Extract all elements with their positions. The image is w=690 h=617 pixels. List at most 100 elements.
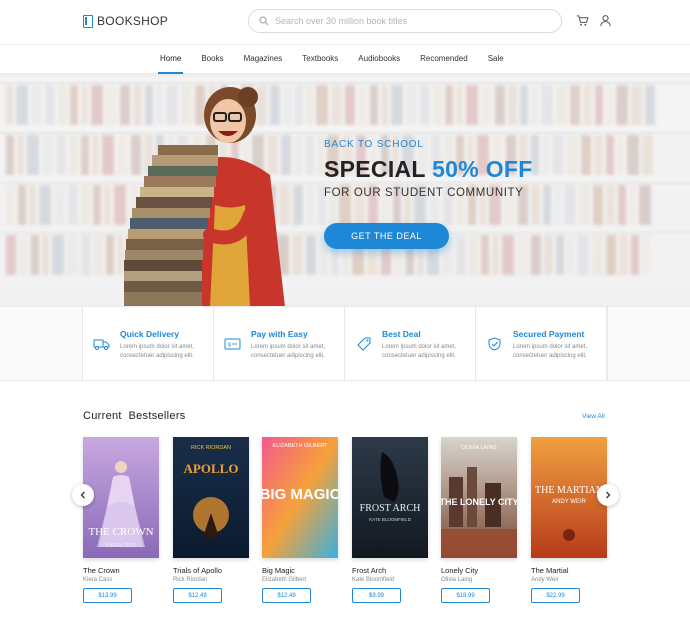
view-all-link[interactable]: View All [582,413,605,420]
book-card[interactable]: FROST ARCH KATE BLOOMFIELD Frost Arch Ka… [352,437,428,603]
feature-secured-payment: Secured Payment Lorem ipsum dolor sit am… [476,307,607,380]
cover-title: FROST ARCH [360,503,421,514]
cover-author: ANDY WEIR [552,499,587,505]
book-card[interactable]: THE CROWN KIERA CASS The Crown Kiera Cas… [83,437,159,603]
book-cover-art: FROST ARCH KATE BLOOMFIELD [352,437,428,558]
hero-title: SPECIAL 50% OFF [324,156,533,183]
book-cover-art: OLIVIA LAING THE LONELY CITY [441,437,517,558]
book-cover[interactable]: THE MARTIAN ANDY WEIR [531,437,607,558]
feature-title: Secured Payment [513,329,585,339]
feature-quick-delivery: Quick Delivery Lorem ipsum dolor sit ame… [83,307,214,380]
feature-desc: Lorem ipsum dolor sit amet, consectetuer… [513,344,588,359]
site-header: BOOKSHOP [0,0,690,44]
book-title[interactable]: Frost Arch [352,566,428,575]
nav-item-sale[interactable]: Sale [478,45,514,74]
cover-title: APOLLO [184,461,239,476]
money-icon: $ [224,338,241,350]
book-cover-art: THE MARTIAN ANDY WEIR [531,437,607,558]
cover-author: ELIZABETH GILBERT [273,443,329,449]
book-cover[interactable]: OLIVIA LAING THE LONELY CITY [441,437,517,558]
price-button[interactable]: $9.99 [352,588,401,603]
book-author: Elizabeth Gilbert [262,577,307,583]
book-cover-art: THE CROWN KIERA CASS [83,437,159,558]
cover-author: KIERA CASS [106,543,136,549]
shield-check-icon [488,337,501,351]
cover-author: RICK RIORDAN [191,445,231,451]
features-strip: Quick Delivery Lorem ipsum dolor sit ame… [0,306,690,381]
book-cover[interactable]: THE CROWN KIERA CASS [83,437,159,558]
book-title[interactable]: Lonely City [441,566,517,575]
bestsellers-carousel: THE CROWN KIERA CASS The Crown Kiera Cas… [83,437,613,607]
feature-desc: Lorem ipsum dolor sit amet, consectetuer… [120,344,195,359]
search-input[interactable] [275,16,535,26]
book-author: Rick Riordan [173,577,208,583]
book-title[interactable]: Big Magic [262,566,338,575]
nav-item-textbooks[interactable]: Textbooks [292,45,348,74]
book-logo-icon [83,14,93,28]
cover-title: THE CROWN [88,526,153,538]
book-title[interactable]: The Martial [531,566,607,575]
hero-kicker: BACK TO SCHOOL [324,139,424,150]
carousel-next-button[interactable] [597,484,619,506]
book-author: Kiera Cass [83,577,113,583]
feature-best-deal: Best Deal Lorem ipsum dolor sit amet, co… [345,307,476,380]
user-icon[interactable] [599,14,612,27]
cart-icon[interactable] [576,14,589,27]
carousel-prev-button[interactable] [72,484,94,506]
student-with-books-image [124,87,285,306]
bestsellers-heading: Current Bestsellers [83,410,186,422]
tag-icon [357,337,371,351]
book-card[interactable]: THE MARTIAN ANDY WEIR The Martial Andy W… [531,437,607,603]
cover-title: THE MARTIAN [535,485,603,496]
book-author: Kate Bloomfield [352,577,395,583]
hero-subtitle: FOR OUR STUDENT COMMUNITY [324,187,524,199]
feature-title: Quick Delivery [120,329,180,339]
book-cover[interactable]: FROST ARCH KATE BLOOMFIELD [352,437,428,558]
chevron-right-icon [606,491,611,499]
nav-item-recomended[interactable]: Recomended [410,45,478,74]
brand-name: BOOKSHOP [97,14,169,28]
nav-item-home[interactable]: Home [150,45,191,74]
book-author: Andy Weir [531,577,559,583]
book-title[interactable]: The Crown [83,566,159,575]
book-cover-art: ELIZABETH GILBERT BIG MAGIC [262,437,338,558]
search-icon [259,16,269,26]
feature-edge-right [607,307,690,380]
book-cover-art: RICK RIORDAN APOLLO [173,437,249,558]
book-card[interactable]: OLIVIA LAING THE LONELY CITY Lonely City… [441,437,517,603]
nav-item-magazines[interactable]: Magazines [234,45,293,74]
book-card[interactable]: ELIZABETH GILBERT BIG MAGIC Big Magic El… [262,437,338,603]
cover-title: BIG MAGIC [262,486,338,503]
hero-banner: BACK TO SCHOOL SPECIAL 50% OFF FOR OUR S… [0,73,690,306]
book-cover[interactable]: RICK RIORDAN APOLLO [173,437,249,558]
cover-author: OLIVIA LAING [461,445,496,451]
cover-title: THE LONELY CITY [441,497,517,507]
book-title[interactable]: Trials of Apollo [173,566,249,575]
feature-pay-with-easy: $ Pay with Easy Lorem ipsum dolor sit am… [214,307,345,380]
feature-desc: Lorem ipsum dolor sit amet, consectetuer… [251,344,326,359]
price-button[interactable]: $12.49 [173,588,222,603]
price-button[interactable]: $22.99 [531,588,580,603]
feature-desc: Lorem ipsum dolor sit amet, consectetuer… [382,344,457,359]
price-button[interactable]: $12.49 [262,588,311,603]
nav-item-books[interactable]: Books [191,45,233,74]
nav-item-audiobooks[interactable]: Audiobooks [348,45,410,74]
feature-title: Best Deal [382,329,421,339]
truck-icon [93,339,110,350]
main-nav: Home Books Magazines Textbooks Audiobooks Rec… [0,44,690,74]
book-author: Olivia Laing [441,577,473,583]
feature-edge-left [0,307,83,380]
svg-text:$: $ [228,343,231,349]
brand-logo[interactable]: BOOKSHOP [83,14,168,28]
hero-title-prefix: SPECIAL [324,156,426,182]
price-button[interactable]: $18.99 [441,588,490,603]
chevron-left-icon [80,491,85,499]
feature-title: Pay with Easy [251,329,308,339]
book-card[interactable]: RICK RIORDAN APOLLO Trials of Apollo Ric… [173,437,249,603]
get-the-deal-button[interactable]: GET THE DEAL [324,223,449,249]
price-button[interactable]: $13.99 [83,588,132,603]
search-bar[interactable] [248,9,562,33]
book-cover[interactable]: ELIZABETH GILBERT BIG MAGIC [262,437,338,558]
hero-title-highlight: 50% OFF [432,156,533,182]
cover-author: KATE BLOOMFIELD [369,517,411,522]
